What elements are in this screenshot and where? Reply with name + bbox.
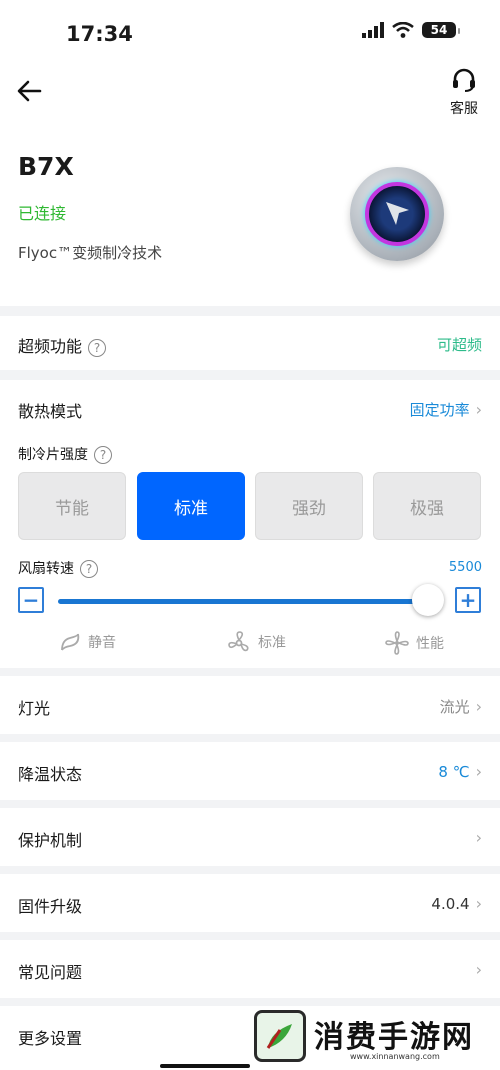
strength-label: 制冷片强度? — [18, 444, 112, 464]
chevron-right-icon: › — [475, 762, 482, 781]
chevron-right-icon: › — [475, 960, 482, 979]
firmware-row[interactable]: 固件升级 4.0.4 › — [0, 874, 500, 932]
fan-speed-label-text: 风扇转速 — [18, 561, 74, 577]
cooling-status-value: 8 ℃ — [438, 762, 470, 781]
fan-increase-button[interactable]: + — [455, 587, 481, 613]
device-name: B7X — [18, 152, 74, 181]
fan-preset-quiet-label: 静音 — [88, 635, 116, 651]
cooling-mode-label: 散热模式 — [18, 402, 83, 421]
overclock-label: 超频功能? — [18, 333, 107, 357]
tech-label: Flyoc™变频制冷技术 — [18, 244, 163, 262]
status-icons: 54 — [362, 22, 460, 38]
chevron-right-icon: › — [475, 894, 482, 913]
firmware-version: 4.0.4 — [431, 894, 470, 913]
cooling-status-label: 降温状态 — [18, 765, 83, 784]
fan-icon — [228, 631, 249, 652]
watermark-text: 消费手游网 — [314, 1020, 474, 1055]
overclock-value: 可超频 — [436, 336, 482, 354]
protection-value-group: › — [470, 828, 482, 847]
more-settings-label: 更多设置 — [18, 1029, 83, 1048]
fan-preset-performance[interactable]: 性能 — [384, 630, 444, 656]
faq-label: 常见问题 — [18, 963, 83, 982]
help-icon[interactable]: ? — [88, 338, 107, 357]
fan-speed-label: 风扇转速? — [18, 558, 98, 578]
device-header: 客服 B7X 已连接 Flyoc™变频制冷技术 — [0, 60, 500, 306]
minus-icon: − — [22, 588, 40, 612]
device-image — [350, 167, 444, 261]
faq-value-group: › — [470, 960, 482, 979]
cooling-mode-value: 固定功率 — [409, 401, 470, 419]
cooling-mode-selector[interactable]: 固定功率 › — [410, 399, 482, 420]
leaf-fan-icon — [61, 633, 80, 651]
device-arrow-icon — [386, 202, 409, 225]
home-indicator — [160, 1064, 250, 1068]
fan-preset-standard[interactable]: 标准 — [226, 630, 286, 654]
chevron-right-icon: › — [475, 828, 482, 847]
fan-speed-slider-thumb[interactable] — [412, 584, 444, 616]
cooling-status-row[interactable]: 降温状态 8 ℃ › — [0, 742, 500, 800]
watermark-leaf-icon — [266, 1024, 292, 1049]
cooling-card: 散热模式 固定功率 › 制冷片强度? 节能 标准 强劲 极强 风扇转速? 5500… — [0, 380, 500, 668]
chevron-right-icon: › — [475, 400, 482, 419]
lighting-row[interactable]: 灯光 流光 › — [0, 676, 500, 734]
fan-preset-quiet[interactable]: 静音 — [58, 630, 116, 654]
status-bar: 17:34 54 — [0, 0, 500, 60]
overclock-row[interactable]: 超频功能? 可超频 — [0, 316, 500, 370]
fan-preset-performance-label: 性能 — [416, 636, 444, 652]
wifi-icon — [392, 22, 414, 38]
help-icon[interactable]: ? — [80, 560, 98, 578]
firmware-label: 固件升级 — [18, 897, 83, 916]
cooling-status-value-group: 8 ℃ › — [438, 762, 482, 781]
fan-decrease-button[interactable]: − — [18, 587, 44, 613]
chevron-right-icon: › — [475, 697, 482, 716]
strength-option-eco[interactable]: 节能 — [18, 472, 126, 540]
lighting-value-group: 流光 › — [440, 696, 482, 717]
customer-service-button[interactable]: 客服 — [450, 68, 478, 118]
lighting-label: 灯光 — [18, 699, 51, 718]
watermark-logo-icon — [254, 1010, 306, 1062]
propeller-icon — [385, 631, 409, 655]
strength-option-strong[interactable]: 强劲 — [255, 472, 363, 540]
signal-icon — [362, 22, 384, 38]
strength-label-text: 制冷片强度 — [18, 447, 88, 463]
plus-icon: + — [459, 588, 477, 612]
fan-speed-slider-track[interactable] — [58, 599, 428, 604]
overclock-label-text: 超频功能 — [18, 337, 83, 356]
firmware-value-group: 4.0.4 › — [431, 894, 482, 913]
battery-indicator: 54 — [422, 22, 460, 38]
protection-row[interactable]: 保护机制 › — [0, 808, 500, 866]
protection-label: 保护机制 — [18, 831, 83, 850]
headset-icon — [453, 68, 475, 92]
customer-service-label: 客服 — [450, 101, 478, 117]
strength-option-standard[interactable]: 标准 — [137, 472, 245, 540]
watermark-url: www.xinnanwang.com — [350, 1052, 440, 1061]
fan-preset-standard-label: 标准 — [258, 635, 286, 651]
back-button[interactable] — [16, 78, 42, 108]
strength-option-extreme[interactable]: 极强 — [373, 472, 481, 540]
status-time: 17:34 — [66, 22, 133, 46]
connection-status: 已连接 — [18, 204, 67, 223]
fan-speed-value: 5500 — [448, 560, 482, 575]
help-icon[interactable]: ? — [94, 446, 112, 464]
lighting-value: 流光 — [439, 698, 470, 716]
faq-row[interactable]: 常见问题 › — [0, 940, 500, 998]
arrow-left-icon — [17, 80, 42, 102]
watermark: 消费手游网 www.xinnanwang.com — [252, 1008, 490, 1066]
device-ring — [365, 182, 429, 246]
